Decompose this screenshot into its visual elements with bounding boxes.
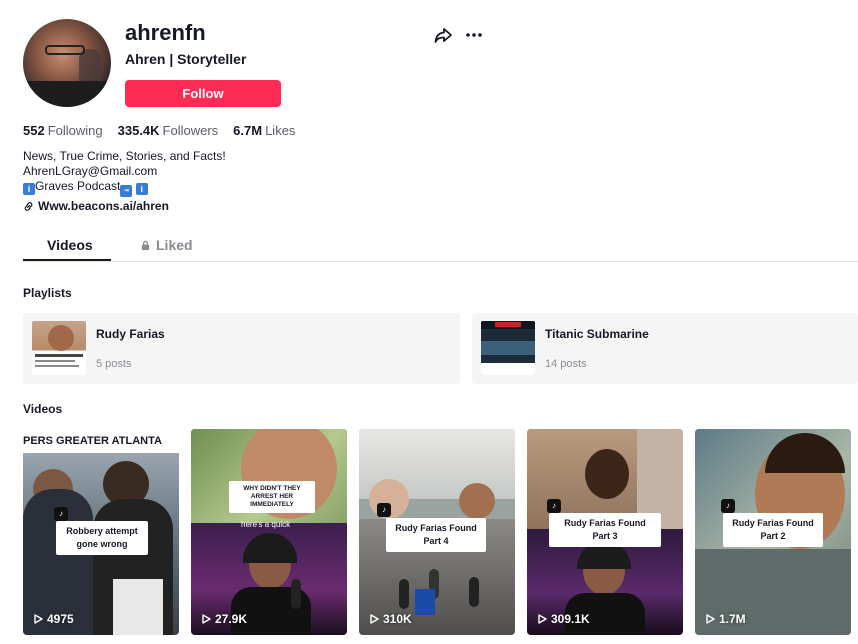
stat-followers[interactable]: 335.4K Followers (118, 123, 219, 138)
play-icon (34, 614, 43, 624)
video-views: 27.9K (201, 612, 247, 626)
info-emoji-icon: i (23, 183, 35, 195)
playlist-name: Titanic Submarine (545, 327, 649, 341)
bio-line: News, True Crime, Stories, and Facts! (23, 149, 226, 163)
playlist-name: Rudy Farias (96, 327, 165, 341)
play-icon (370, 614, 379, 624)
video-card[interactable]: PERS GREATER ATLANTA ♪ Robbery attempt g… (23, 429, 179, 635)
link-icon (24, 201, 33, 211)
video-caption: Rudy Farias Found Part 3 (549, 513, 661, 547)
tiktok-icon: ♪ (721, 499, 735, 513)
play-icon (538, 614, 547, 624)
video-subcaption: here's a quick (241, 520, 291, 529)
share-icon[interactable] (433, 25, 453, 45)
section-title-videos: Videos (23, 402, 63, 416)
avatar-detail (45, 45, 85, 55)
stat-following[interactable]: 552 Following (23, 123, 103, 138)
tiktok-icon: ♪ (377, 503, 391, 517)
profile-tabs: Videos Liked (23, 230, 858, 262)
stat-likes: 6.7M Likes (233, 123, 296, 138)
video-caption: Rudy Farias Found Part 2 (723, 513, 823, 547)
follow-button[interactable]: Follow (125, 80, 281, 107)
video-banner: PERS GREATER ATLANTA (23, 429, 179, 453)
play-icon (202, 614, 211, 624)
tab-liked[interactable]: Liked (140, 237, 193, 253)
play-icon (706, 614, 715, 624)
video-views: 4975 (33, 612, 74, 626)
playlist-count: 5 posts (96, 358, 132, 370)
playlist-card[interactable]: Rudy Farias 5 posts (23, 313, 460, 384)
video-card[interactable]: WHY DIDN'T THEY ARREST HER IMMEDIATELY h… (191, 429, 347, 635)
playlist-count: 14 posts (545, 358, 587, 370)
username: ahrenfn (125, 20, 206, 45)
more-icon[interactable] (464, 25, 484, 45)
section-title-playlists: Playlists (23, 286, 72, 300)
bio-line: i Graves Podcast ⇥ i (23, 179, 226, 197)
tiktok-icon: ♪ (547, 499, 561, 513)
lock-icon (141, 240, 150, 250)
bio-line: AhrenLGray@Gmail.com (23, 164, 158, 178)
video-views: 309.1K (537, 612, 590, 626)
bio: News, True Crime, Stories, and Facts! Ah… (23, 149, 226, 197)
video-views: 310K (369, 612, 412, 626)
nickname: Ahren | Storyteller (125, 51, 247, 67)
video-card[interactable]: ♪ Rudy Farias Found Part 4 310K (359, 429, 515, 635)
avatar[interactable] (23, 19, 111, 107)
playlist-card[interactable]: Titanic Submarine 14 posts (472, 313, 858, 384)
tab-underline (23, 259, 111, 261)
video-views: 1.7M (705, 612, 746, 626)
bio-link[interactable]: Www.beacons.ai/ahren (23, 199, 169, 213)
info-emoji-icon: i (135, 183, 148, 195)
video-card[interactable]: ♪ Rudy Farias Found Part 2 1.7M (695, 429, 851, 635)
playlist-thumbnail (32, 321, 86, 375)
tab-videos[interactable]: Videos (47, 237, 93, 253)
tiktok-icon: ♪ (54, 507, 68, 521)
soon-emoji-icon: ⇥ (120, 185, 133, 197)
video-caption: WHY DIDN'T THEY ARREST HER IMMEDIATELY (229, 481, 315, 513)
profile-stats: 552 Following 335.4K Followers 6.7M Likes (23, 123, 295, 138)
avatar-detail (23, 81, 111, 107)
video-caption: Robbery attempt gone wrong (56, 521, 148, 555)
playlist-thumbnail (481, 321, 535, 375)
video-caption: Rudy Farias Found Part 4 (386, 518, 486, 552)
video-card[interactable]: ♪ Rudy Farias Found Part 3 309.1K (527, 429, 683, 635)
